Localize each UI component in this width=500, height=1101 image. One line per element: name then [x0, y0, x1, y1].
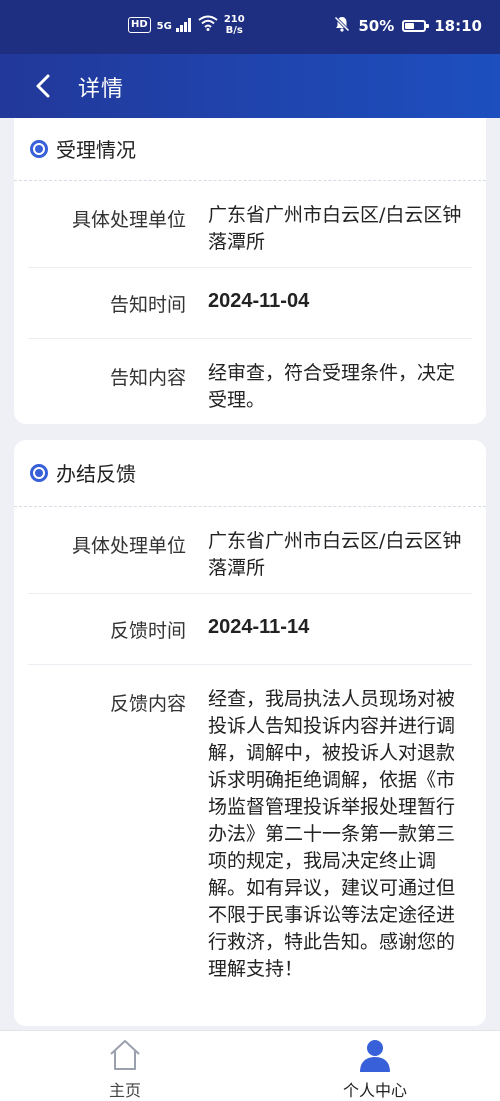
- info-row: 反馈内容 经查，我局执法人员现场对被投诉人告知投诉内容并进行调解，调解中，被投诉…: [28, 665, 472, 1025]
- row-label: 具体处理单位: [71, 209, 186, 231]
- info-row: 告知时间 2024-11-04: [28, 268, 472, 339]
- row-label: 具体处理单位: [71, 535, 186, 557]
- network-type: 5G: [156, 21, 172, 32]
- status-left: HD 5G 210 B/s: [128, 14, 245, 36]
- row-label: 反馈时间: [109, 620, 186, 642]
- battery-fill: [405, 23, 415, 29]
- accept-section-header: 受理情况: [14, 118, 486, 181]
- row-value: 经审查，符合受理条件，决定受理。: [208, 362, 456, 411]
- row-value: 广东省广州市白云区/白云区钟落潭所: [208, 204, 462, 253]
- info-row: 反馈时间 2024-11-14: [28, 594, 472, 665]
- nav-personal-center-label: 个人中心: [342, 1081, 407, 1100]
- accept-section-card: 受理情况 具体处理单位 广东省广州市白云区/白云区钟落潭所 告知时间 2024-…: [14, 118, 486, 424]
- accept-section-title: 受理情况: [56, 138, 136, 162]
- status-right: 50% 18:10: [334, 15, 482, 36]
- row-value: 广东省广州市白云区/白云区钟落潭所: [208, 530, 462, 579]
- row-label: 反馈内容: [109, 693, 186, 715]
- chevron-left-icon: [36, 74, 50, 98]
- row-value: 2024-11-14: [208, 616, 310, 638]
- info-row: 具体处理单位 广东省广州市白云区/白云区钟落潭所: [28, 507, 472, 594]
- battery-icon: [402, 20, 430, 32]
- battery-percent: 50%: [358, 17, 395, 35]
- hd-badge: HD: [128, 17, 151, 33]
- page-title: 详情: [78, 77, 125, 102]
- row-label: 告知内容: [109, 367, 186, 389]
- info-row: 具体处理单位 广东省广州市白云区/白云区钟落潭所: [28, 181, 472, 268]
- signal-icon: 5G: [157, 18, 192, 32]
- nav-home-label: 主页: [108, 1081, 141, 1100]
- status-bar: HD 5G 210 B/s 50% 18:10: [0, 0, 500, 54]
- nav-personal-center[interactable]: 个人中心: [305, 1031, 445, 1101]
- mute-bell-icon: [334, 15, 351, 36]
- user-icon: [357, 1037, 393, 1077]
- speed-unit: B/s: [225, 25, 243, 36]
- feedback-section-header: 办结反馈: [14, 440, 486, 507]
- section-dot-icon: [30, 140, 48, 158]
- row-value: 经查，我局执法人员现场对被投诉人告知投诉内容并进行调解，调解中，被投诉人对退款诉…: [208, 688, 456, 980]
- row-label: 告知时间: [109, 294, 186, 316]
- wifi-icon: [198, 15, 218, 35]
- feedback-section-card: 办结反馈 具体处理单位 广东省广州市白云区/白云区钟落潭所 反馈时间 2024-…: [14, 440, 486, 1026]
- network-speed: 210 B/s: [224, 14, 245, 36]
- section-dot-icon: [30, 464, 48, 482]
- bottom-nav: 主页 个人中心: [0, 1030, 500, 1101]
- speed-value: 210: [223, 14, 245, 25]
- row-value: 2024-11-04: [208, 290, 310, 312]
- app-header: 详情: [0, 54, 500, 118]
- home-icon: [107, 1037, 143, 1077]
- back-button[interactable]: [28, 68, 68, 104]
- clock: 18:10: [434, 17, 482, 35]
- feedback-section-title: 办结反馈: [56, 462, 136, 486]
- nav-home[interactable]: 主页: [55, 1031, 195, 1101]
- info-row: 告知内容 经审查，符合受理条件，决定受理。: [28, 339, 472, 424]
